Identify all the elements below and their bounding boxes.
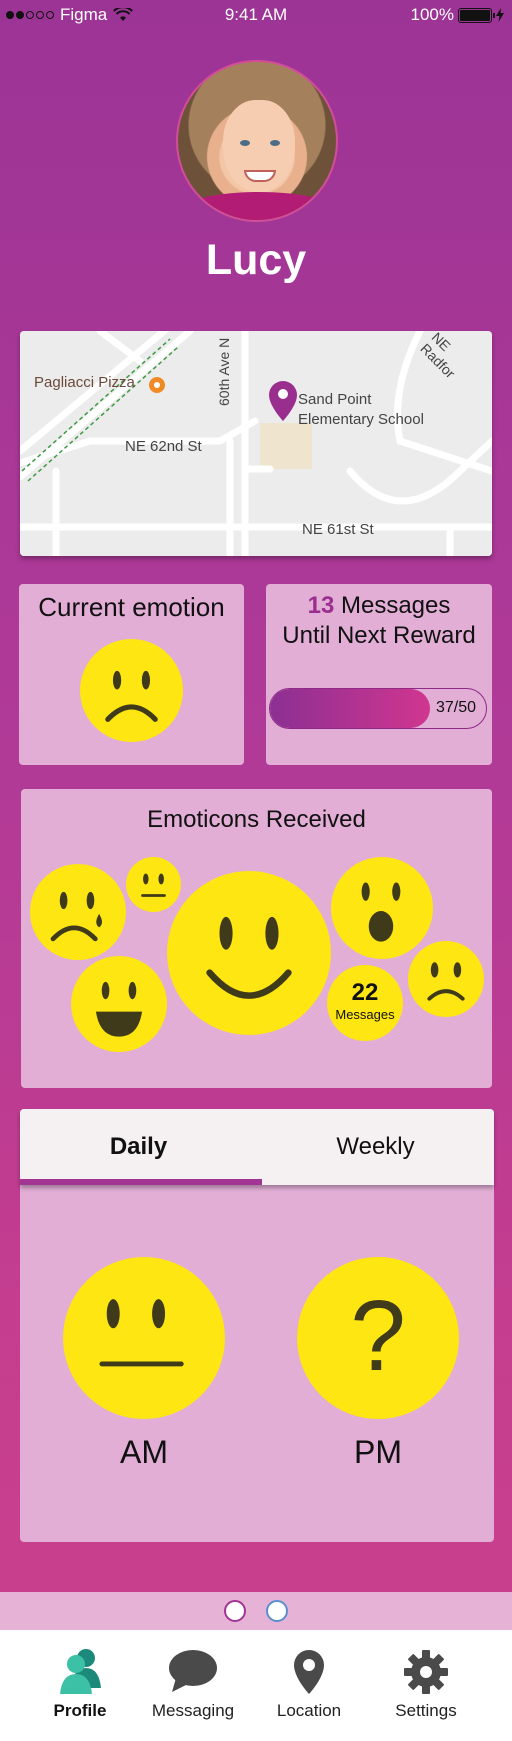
tab-messaging-label: Messaging — [151, 1701, 235, 1720]
emoticons-messages-count: 22 — [351, 979, 379, 1006]
tab-settings-label: Settings — [395, 1701, 457, 1720]
tab-settings[interactable]: Settings — [362, 1630, 490, 1741]
map-label-60th: 60th Ave N — [216, 337, 232, 406]
tab-daily[interactable]: Daily — [20, 1109, 257, 1185]
map-label-school-1: Sand Point — [298, 391, 372, 408]
location-pin-icon — [294, 1650, 324, 1694]
status-bar: Figma 9:41 AM 100% — [0, 0, 512, 30]
map-label-61st: NE 61st St — [302, 521, 374, 538]
tab-weekly[interactable]: Weekly — [257, 1109, 494, 1185]
bottom-tab-bar: Profile Messaging Location Settings — [0, 1630, 512, 1741]
map-label-62nd: NE 62nd St — [125, 438, 202, 455]
location-map[interactable]: Pagliacci Pizza Sand Point Elementary Sc… — [20, 331, 492, 556]
smiling-face-icon[interactable] — [167, 871, 331, 1035]
period-tabs: Daily Weekly — [20, 1109, 494, 1185]
messages-label: Messages — [340, 592, 451, 619]
crying-face-icon[interactable] — [30, 864, 126, 960]
am-label: AM — [120, 1434, 168, 1470]
battery-percent: 100% — [410, 5, 454, 24]
daily-weekly-card: Daily Weekly AM ? PM — [20, 1109, 494, 1542]
battery-status: 100% — [411, 5, 504, 25]
happy-face-icon[interactable] — [71, 956, 167, 1052]
map-label-school-2: Elementary School — [298, 411, 424, 428]
tab-messaging[interactable]: Messaging — [129, 1630, 257, 1741]
page-indicator — [0, 1592, 512, 1630]
emoticons-received-card: Emoticons Received 22 Messages — [21, 789, 492, 1088]
profile-avatar[interactable] — [176, 60, 338, 222]
charging-bolt-icon — [496, 8, 504, 22]
reward-progress-fill — [270, 689, 430, 728]
people-icon — [60, 1649, 101, 1694]
reward-progress-label: 37/50 — [435, 699, 476, 716]
emoticons-messages-label: Messages — [335, 1007, 395, 1022]
am-neutral-face-icon[interactable] — [63, 1257, 225, 1419]
gear-icon — [404, 1650, 448, 1694]
reward-progress-bar: 37/50 — [269, 688, 487, 729]
page-dot-1[interactable] — [224, 1600, 246, 1622]
pm-label: PM — [354, 1434, 402, 1470]
tab-profile[interactable]: Profile — [16, 1630, 144, 1741]
until-next-reward-label: Until Next Reward — [282, 622, 476, 649]
current-emotion-title: Current emotion — [38, 592, 225, 622]
messages-count: 13 — [307, 592, 335, 619]
chat-bubble-icon — [169, 1650, 217, 1692]
pm-question-mark: ? — [350, 1280, 406, 1392]
tab-profile-label: Profile — [53, 1701, 107, 1720]
tab-location-label: Location — [276, 1701, 342, 1720]
active-tab-indicator — [20, 1179, 262, 1185]
page-dot-2[interactable] — [266, 1600, 288, 1622]
pm-question-icon[interactable]: ? — [297, 1257, 459, 1419]
current-emotion-card: Current emotion — [19, 584, 244, 765]
emoticons-received-title: Emoticons Received — [147, 806, 366, 833]
messages-reward-card: 13 Messages Until Next Reward 37/50 — [266, 584, 492, 765]
battery-icon — [458, 7, 495, 23]
sad-face-icon — [80, 639, 183, 742]
profile-name: Lucy — [205, 236, 307, 284]
map-label-pizza: Pagliacci Pizza — [34, 374, 135, 391]
frowning-face-icon[interactable] — [408, 941, 484, 1017]
messages-count-badge[interactable]: 22 Messages — [327, 965, 403, 1041]
tab-location[interactable]: Location — [245, 1630, 373, 1741]
